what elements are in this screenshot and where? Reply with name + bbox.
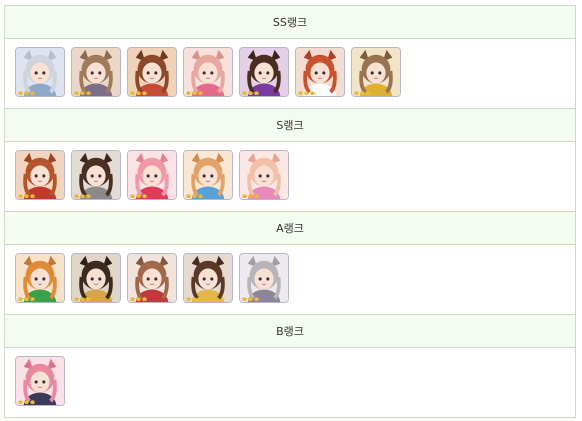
star-rating-icon (242, 91, 259, 95)
character-portrait-icon (72, 151, 120, 199)
star-rating-icon (18, 91, 35, 95)
character-portrait-icon (16, 254, 64, 302)
star-rating-icon (186, 297, 203, 301)
character-card[interactable] (239, 47, 289, 97)
tier-header: SS랭크 (5, 6, 575, 39)
star-rating-icon (74, 91, 91, 95)
star-rating-icon (186, 91, 203, 95)
character-portrait-icon (72, 48, 120, 96)
character-portrait-icon (16, 48, 64, 96)
character-portrait-icon (128, 48, 176, 96)
character-portrait-icon (16, 151, 64, 199)
character-card[interactable] (15, 356, 65, 406)
tier-header: S랭크 (5, 109, 575, 142)
character-portrait-icon (240, 48, 288, 96)
star-rating-icon (242, 194, 259, 198)
character-card[interactable] (127, 150, 177, 200)
star-rating-icon (130, 91, 147, 95)
character-card[interactable] (351, 47, 401, 97)
character-card[interactable] (183, 150, 233, 200)
character-card[interactable] (71, 150, 121, 200)
character-card[interactable] (71, 253, 121, 303)
star-rating-icon (130, 194, 147, 198)
tier-character-list (5, 39, 575, 109)
character-card[interactable] (15, 253, 65, 303)
star-rating-icon (74, 297, 91, 301)
character-portrait-icon (296, 48, 344, 96)
tier-table: SS랭크 S랭크 A랭크 B랭크 (4, 5, 576, 418)
tier-header: B랭크 (5, 315, 575, 348)
character-portrait-icon (128, 151, 176, 199)
star-rating-icon (18, 297, 35, 301)
character-card[interactable] (239, 253, 289, 303)
character-portrait-icon (184, 48, 232, 96)
character-card[interactable] (71, 47, 121, 97)
character-portrait-icon (352, 48, 400, 96)
star-rating-icon (186, 194, 203, 198)
character-portrait-icon (240, 254, 288, 302)
star-rating-icon (130, 297, 147, 301)
star-rating-icon (74, 194, 91, 198)
tier-character-list (5, 142, 575, 212)
character-card[interactable] (183, 47, 233, 97)
character-portrait-icon (16, 357, 64, 405)
character-portrait-icon (72, 254, 120, 302)
tier-character-list (5, 245, 575, 315)
character-card[interactable] (295, 47, 345, 97)
character-card[interactable] (127, 47, 177, 97)
tier-character-list (5, 348, 575, 418)
character-card[interactable] (15, 47, 65, 97)
star-rating-icon (242, 297, 259, 301)
character-portrait-icon (128, 254, 176, 302)
character-portrait-icon (240, 151, 288, 199)
character-portrait-icon (184, 254, 232, 302)
character-portrait-icon (184, 151, 232, 199)
character-card[interactable] (127, 253, 177, 303)
character-card[interactable] (15, 150, 65, 200)
character-card[interactable] (183, 253, 233, 303)
star-rating-icon (18, 194, 35, 198)
character-card[interactable] (239, 150, 289, 200)
star-rating-icon (354, 91, 371, 95)
star-rating-icon (18, 400, 35, 404)
star-rating-icon (298, 91, 315, 95)
tier-header: A랭크 (5, 212, 575, 245)
